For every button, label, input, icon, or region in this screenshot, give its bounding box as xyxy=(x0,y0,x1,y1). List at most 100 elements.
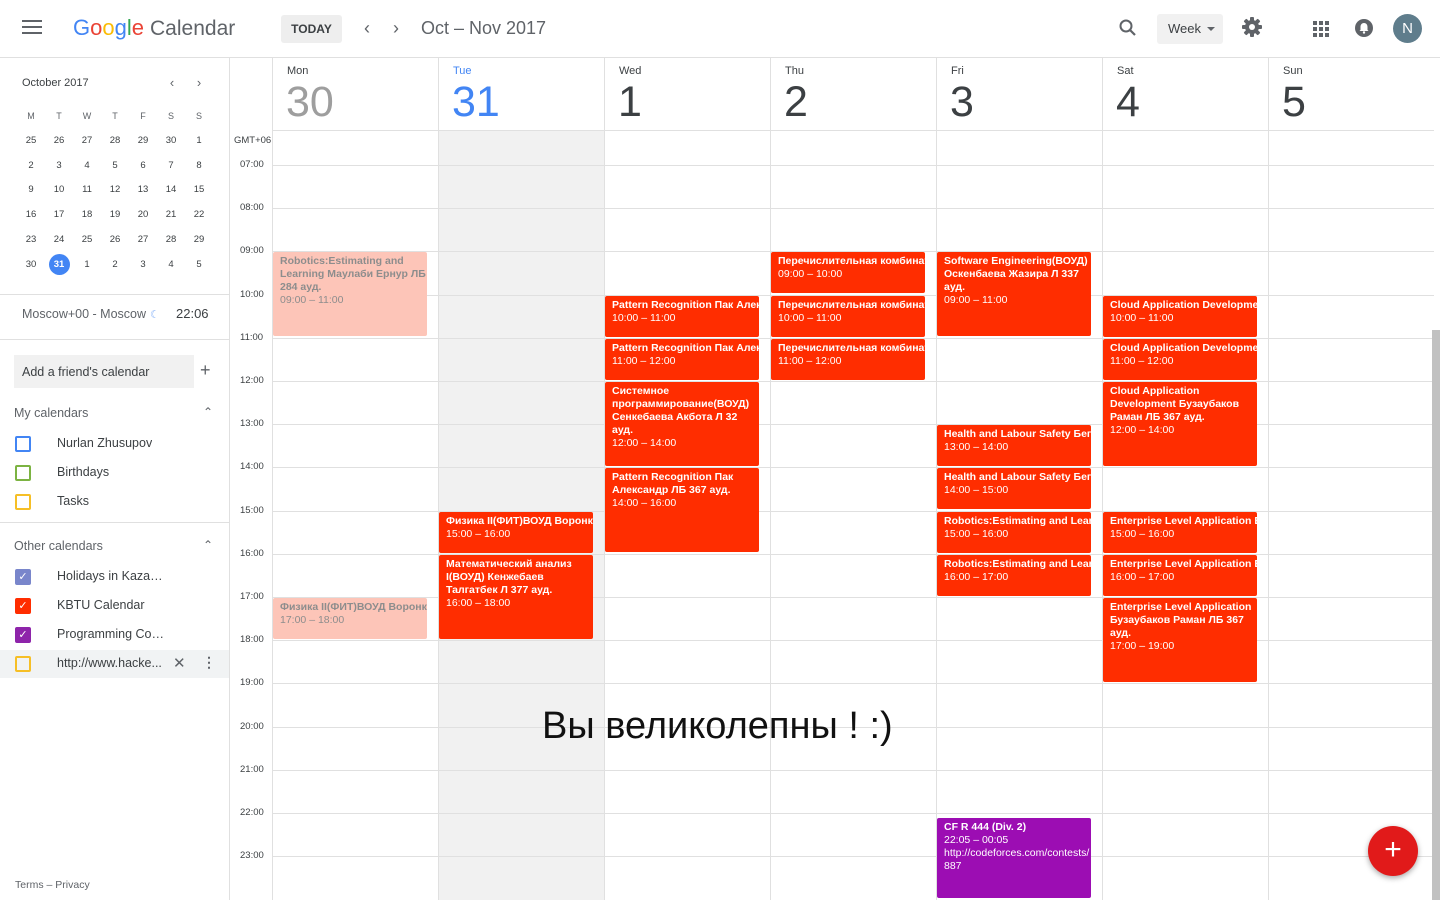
mini-calendar-day[interactable]: 5 xyxy=(185,253,213,278)
mini-calendar-day[interactable]: 31 xyxy=(45,253,73,278)
day-header[interactable]: Mon 30 xyxy=(272,58,438,131)
mini-calendar-day[interactable]: 24 xyxy=(45,228,73,253)
mini-calendar-day[interactable]: 29 xyxy=(185,228,213,253)
day-header[interactable]: Tue 31 xyxy=(438,58,604,131)
scrollbar[interactable] xyxy=(1432,330,1440,900)
mini-calendar-day[interactable]: 22 xyxy=(185,203,213,228)
event-block[interactable]: Pattern Recognition Пак Александр ЛБ 367… xyxy=(605,468,759,552)
event-block[interactable]: Cloud Application Development 10:00 – 11:… xyxy=(1103,296,1257,337)
app-logo[interactable]: Google Calendar xyxy=(73,15,235,41)
my-calendars-header[interactable]: My calendars ⌃ xyxy=(14,405,219,420)
event-block[interactable]: Перечислительная комбинаторика10:00 – 11… xyxy=(771,296,925,337)
event-block[interactable]: Перечислительная комбинаторика09:00 – 10… xyxy=(771,252,925,293)
mini-calendar-day[interactable]: 15 xyxy=(185,178,213,203)
day-header[interactable]: Wed 1 xyxy=(604,58,770,131)
mini-calendar-day[interactable]: 23 xyxy=(17,228,45,253)
mini-calendar-day[interactable]: 13 xyxy=(129,178,157,203)
mini-calendar-day[interactable]: 29 xyxy=(129,129,157,154)
mini-calendar-day[interactable]: 4 xyxy=(157,253,185,278)
mini-calendar-day[interactable]: 12 xyxy=(101,178,129,203)
mini-calendar-day[interactable]: 14 xyxy=(157,178,185,203)
main-menu-icon[interactable] xyxy=(22,20,42,36)
add-friend-calendar-input[interactable]: Add a friend's calendar xyxy=(14,355,194,388)
mini-calendar-day[interactable]: 8 xyxy=(185,154,213,179)
event-block[interactable]: Enterprise Level Application Бузаубаков1… xyxy=(1103,512,1257,553)
day-header[interactable]: Fri 3 xyxy=(936,58,1102,131)
event-block[interactable]: CF R 444 (Div. 2) 22:05 – 00:05 http://cod… xyxy=(937,818,1091,898)
add-calendar-plus-icon[interactable]: + xyxy=(200,360,211,381)
calendar-checkbox[interactable] xyxy=(15,494,31,510)
mini-calendar-day[interactable]: 7 xyxy=(157,154,185,179)
day-number[interactable]: 1 xyxy=(618,78,642,127)
create-event-button[interactable]: + xyxy=(1368,826,1418,876)
event-block[interactable]: Cloud Application Development 11:00 – 12:… xyxy=(1103,339,1257,380)
mini-calendar-day[interactable]: 6 xyxy=(129,154,157,179)
privacy-link[interactable]: Privacy xyxy=(55,879,89,891)
day-column[interactable] xyxy=(272,131,438,900)
mini-calendar-next-button[interactable]: › xyxy=(192,75,206,90)
day-column[interactable] xyxy=(770,131,936,900)
mini-calendar-day[interactable]: 27 xyxy=(73,129,101,154)
event-block[interactable]: Перечислительная комбинаторика11:00 – 12… xyxy=(771,339,925,380)
search-icon[interactable] xyxy=(1118,18,1138,38)
today-button[interactable]: TODAY xyxy=(281,15,342,43)
mini-calendar-day[interactable]: 18 xyxy=(73,203,101,228)
mini-calendar-day[interactable]: 5 xyxy=(101,154,129,179)
previous-week-button[interactable]: ‹ xyxy=(356,18,378,40)
day-header[interactable]: Sat 4 xyxy=(1102,58,1268,131)
terms-link[interactable]: Terms xyxy=(15,879,44,891)
event-block[interactable]: Enterprise Level Application Бузаубаков … xyxy=(1103,598,1257,682)
mini-calendar-day[interactable]: 2 xyxy=(101,253,129,278)
event-block[interactable]: Health and Labour Safety Бегимбетова13:0… xyxy=(937,425,1091,466)
mini-calendar-day[interactable]: 1 xyxy=(73,253,101,278)
mini-calendar-day[interactable]: 25 xyxy=(73,228,101,253)
mini-calendar-day[interactable]: 21 xyxy=(157,203,185,228)
mini-calendar-day[interactable]: 11 xyxy=(73,178,101,203)
day-number[interactable]: 30 xyxy=(286,78,334,127)
day-number[interactable]: 4 xyxy=(1116,78,1140,127)
calendar-checkbox[interactable] xyxy=(15,656,31,672)
calendar-checkbox[interactable]: ✓ xyxy=(15,627,31,643)
mini-calendar-day[interactable]: 9 xyxy=(17,178,45,203)
calendar-checkbox[interactable] xyxy=(15,436,31,452)
mini-calendar-day[interactable]: 17 xyxy=(45,203,73,228)
event-block[interactable]: Robotics:Estimating and Learning16:00 – … xyxy=(937,555,1091,596)
mini-calendar-day[interactable]: 28 xyxy=(157,228,185,253)
event-block[interactable]: Robotics:Estimating and Learning Маулаби… xyxy=(273,252,427,336)
mini-calendar-day[interactable]: 27 xyxy=(129,228,157,253)
mini-calendar-day[interactable]: 25 xyxy=(17,129,45,154)
calendar-item[interactable]: ✓ Programming Contests Cal... xyxy=(0,621,229,649)
event-block[interactable]: Health and Labour Safety Бегимбетова14:0… xyxy=(937,468,1091,509)
calendar-item[interactable]: ✓ KBTU Calendar xyxy=(0,592,229,620)
event-block[interactable]: Физика II(ФИТ)ВОУД Воронкова17:00 – 18:0… xyxy=(273,598,427,639)
event-block[interactable]: Robotics:Estimating and Learning15:00 – … xyxy=(937,512,1091,553)
mini-calendar-day[interactable]: 10 xyxy=(45,178,73,203)
calendar-item[interactable]: Tasks xyxy=(0,488,229,516)
day-header[interactable]: Thu 2 xyxy=(770,58,936,131)
mini-calendar-day[interactable]: 16 xyxy=(17,203,45,228)
day-header[interactable]: Sun 5 xyxy=(1268,58,1434,131)
calendar-checkbox[interactable]: ✓ xyxy=(15,569,31,585)
view-selector[interactable]: Week xyxy=(1157,14,1223,44)
event-block[interactable]: Pattern Recognition Пак Александр10:00 –… xyxy=(605,296,759,337)
day-number[interactable]: 2 xyxy=(784,78,808,127)
day-column[interactable] xyxy=(1268,131,1434,900)
mini-calendar-day[interactable]: 3 xyxy=(129,253,157,278)
close-icon[interactable]: ✕ xyxy=(173,654,186,672)
mini-calendar-day[interactable]: 3 xyxy=(45,154,73,179)
calendar-item[interactable]: http://www.hacke... ✕ ⋮ xyxy=(0,650,229,678)
gear-icon[interactable] xyxy=(1241,16,1263,38)
avatar[interactable]: N xyxy=(1393,14,1422,43)
mini-calendar-day[interactable]: 30 xyxy=(17,253,45,278)
calendar-checkbox[interactable]: ✓ xyxy=(15,598,31,614)
event-block[interactable]: Системное программирование(ВОУД) Сенкеба… xyxy=(605,382,759,466)
apps-grid-icon[interactable] xyxy=(1313,21,1329,37)
calendar-item[interactable]: Nurlan Zhusupov xyxy=(0,430,229,458)
other-calendars-header[interactable]: Other calendars ⌃ xyxy=(14,538,219,553)
event-block[interactable]: Enterprise Level Application Бузаубаков1… xyxy=(1103,555,1257,596)
mini-calendar-day[interactable]: 26 xyxy=(45,129,73,154)
mini-calendar-day[interactable]: 4 xyxy=(73,154,101,179)
event-block[interactable]: Pattern Recognition Пак Александр11:00 –… xyxy=(605,339,759,380)
day-number[interactable]: 3 xyxy=(950,78,974,127)
event-block[interactable]: Software Engineering(ВОУД) Оскенбаева Жа… xyxy=(937,252,1091,336)
